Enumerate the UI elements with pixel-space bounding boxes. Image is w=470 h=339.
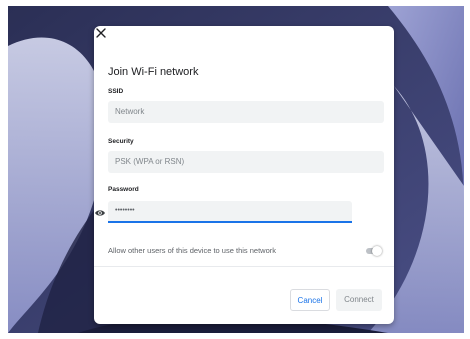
dialog-title: Join Wi-Fi network	[108, 66, 199, 78]
cancel-button[interactable]: Cancel	[290, 289, 330, 311]
toggle-knob	[372, 246, 382, 256]
allow-others-toggle[interactable]	[364, 246, 382, 256]
password-input[interactable]: ••••••••	[108, 201, 352, 223]
close-icon[interactable]	[94, 26, 108, 40]
desktop-wallpaper: Join Wi-Fi network SSID Network Security…	[8, 6, 464, 333]
security-select[interactable]: PSK (WPA or RSN)	[108, 151, 384, 173]
join-wifi-dialog: Join Wi-Fi network SSID Network Security…	[94, 26, 394, 324]
connect-button[interactable]: Connect	[336, 289, 382, 311]
ssid-input[interactable]: Network	[108, 101, 384, 123]
eye-icon[interactable]	[94, 207, 106, 219]
password-label: Password	[108, 186, 139, 193]
dialog-divider	[94, 266, 394, 267]
allow-others-label: Allow other users of this device to use …	[108, 246, 276, 255]
security-label: Security	[108, 138, 134, 145]
ssid-label: SSID	[108, 88, 124, 95]
